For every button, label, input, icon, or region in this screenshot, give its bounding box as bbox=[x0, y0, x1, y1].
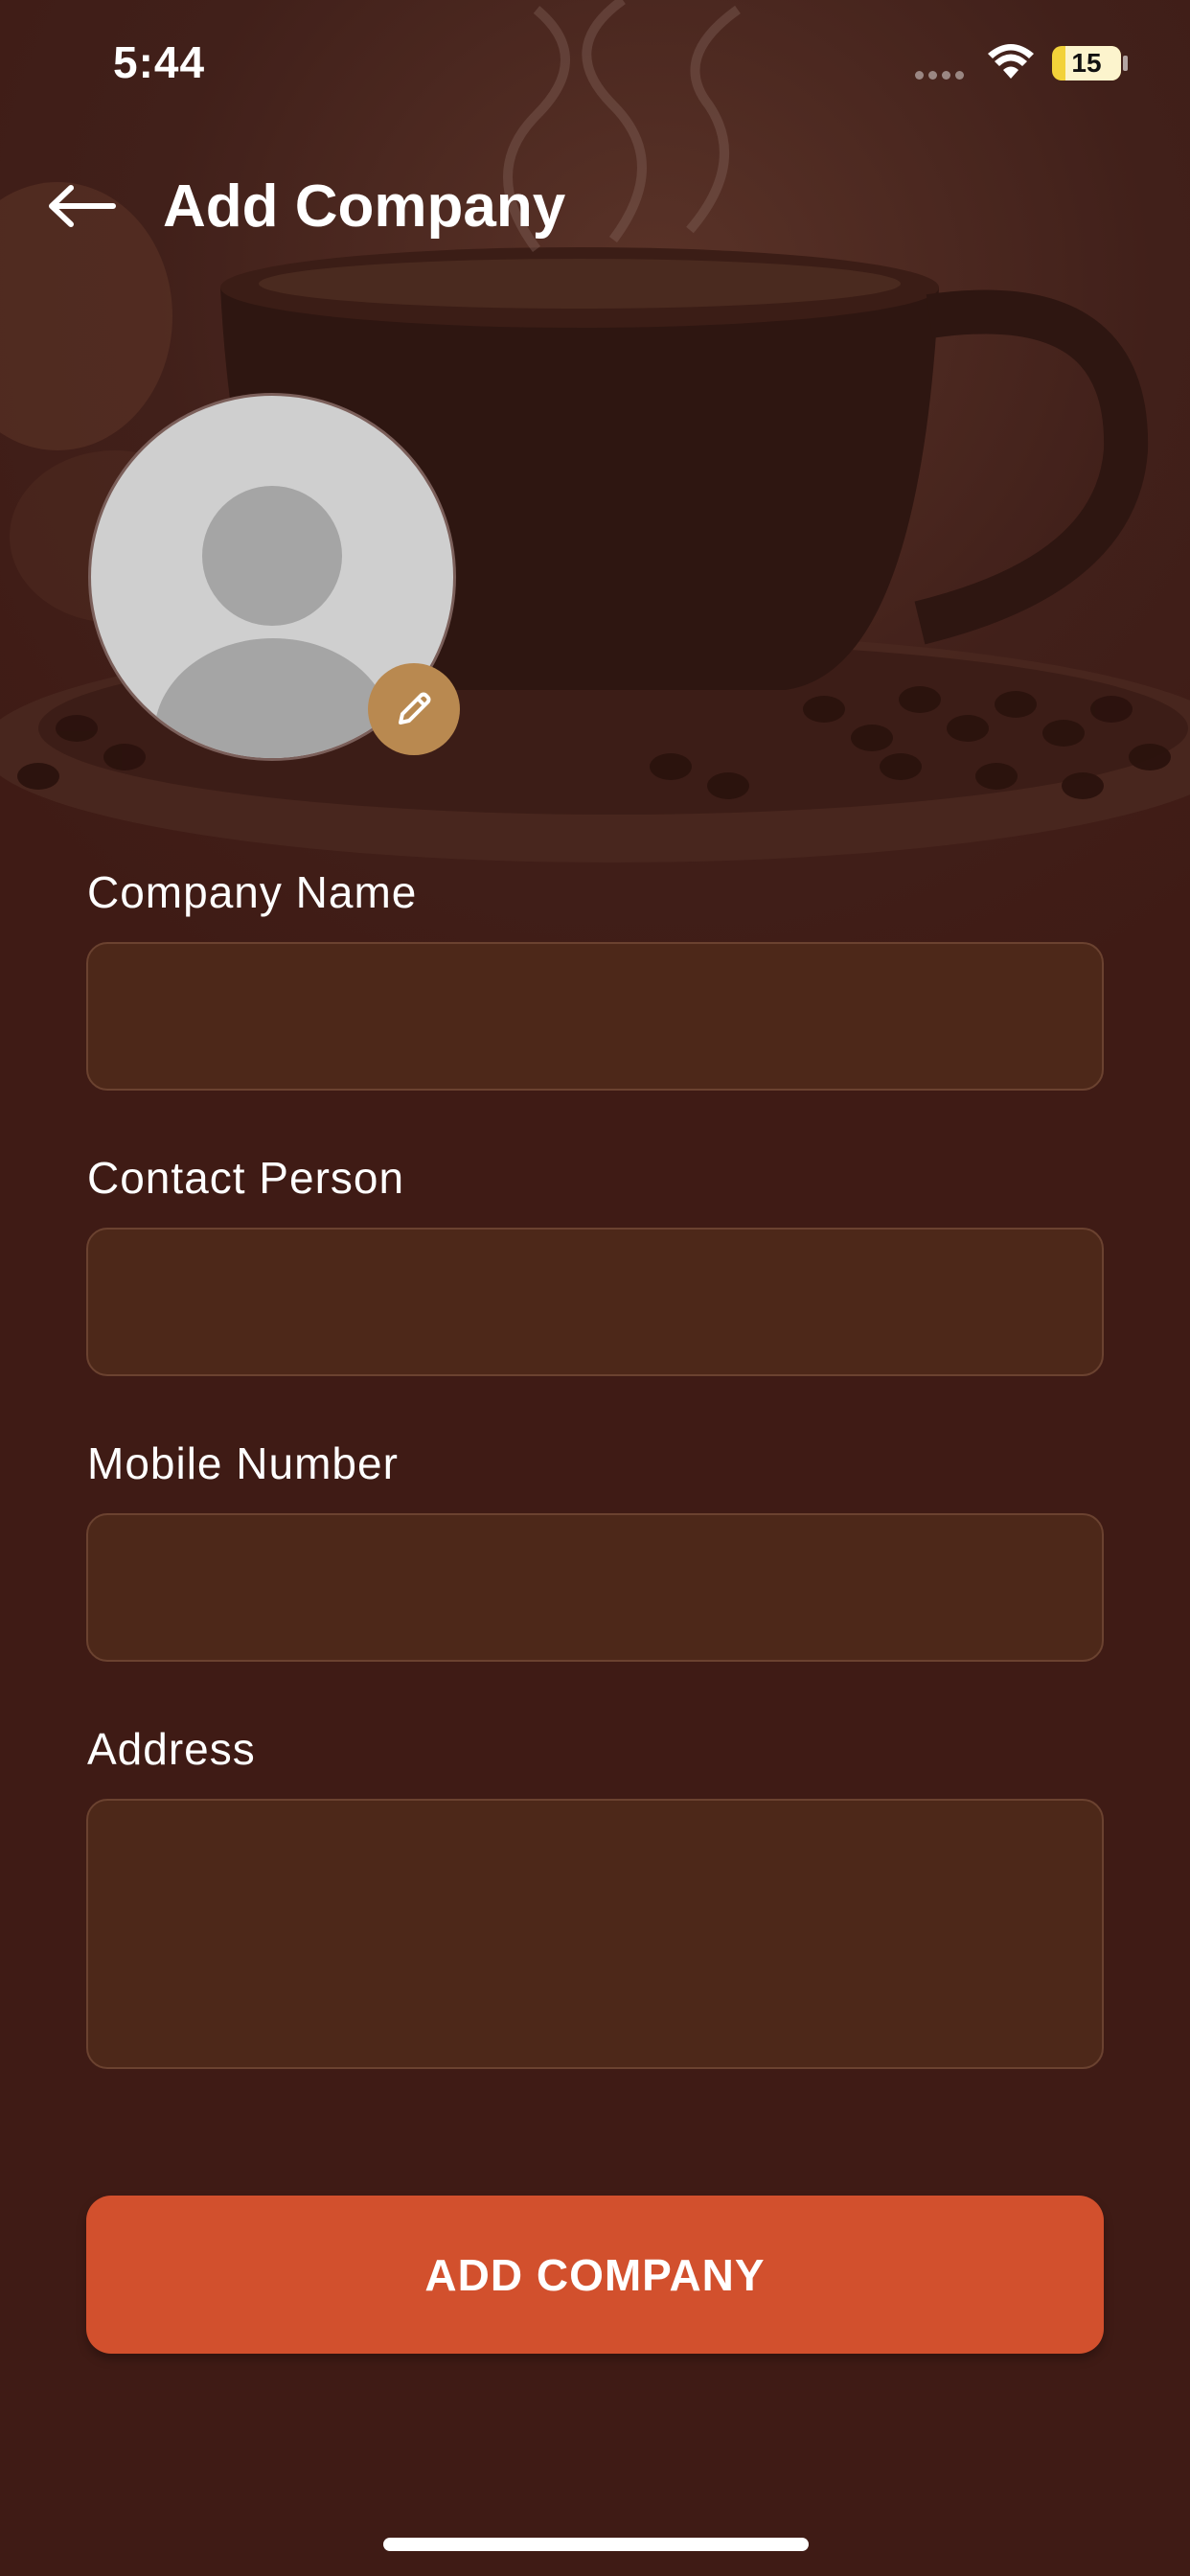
mobile-number-label: Mobile Number bbox=[87, 1438, 399, 1488]
battery-level: 15 bbox=[1071, 48, 1102, 78]
address-label: Address bbox=[87, 1724, 256, 1774]
company-name-input[interactable] bbox=[86, 942, 1104, 1091]
status-bar: 5:44 15 bbox=[0, 0, 1190, 125]
back-arrow-icon[interactable] bbox=[44, 172, 121, 240]
contact-person-label: Contact Person bbox=[87, 1153, 405, 1203]
home-indicator bbox=[383, 2538, 809, 2551]
pencil-icon bbox=[399, 692, 431, 724]
page-title: Add Company bbox=[163, 173, 566, 240]
battery-icon: 15 bbox=[1052, 46, 1121, 80]
mobile-number-input[interactable] bbox=[86, 1513, 1104, 1662]
company-name-label: Company Name bbox=[87, 867, 418, 917]
status-time: 5:44 bbox=[113, 37, 206, 87]
add-company-button[interactable]: ADD COMPANY bbox=[86, 2196, 1104, 2354]
person-placeholder-body bbox=[154, 638, 392, 758]
wifi-icon bbox=[988, 44, 1034, 79]
cellular-signal-icon bbox=[915, 71, 969, 80]
edit-avatar-button[interactable] bbox=[368, 663, 460, 755]
contact-person-input[interactable] bbox=[86, 1228, 1104, 1376]
battery-cap bbox=[1123, 56, 1128, 71]
address-input[interactable] bbox=[86, 1799, 1104, 2069]
person-placeholder-head bbox=[202, 486, 342, 626]
